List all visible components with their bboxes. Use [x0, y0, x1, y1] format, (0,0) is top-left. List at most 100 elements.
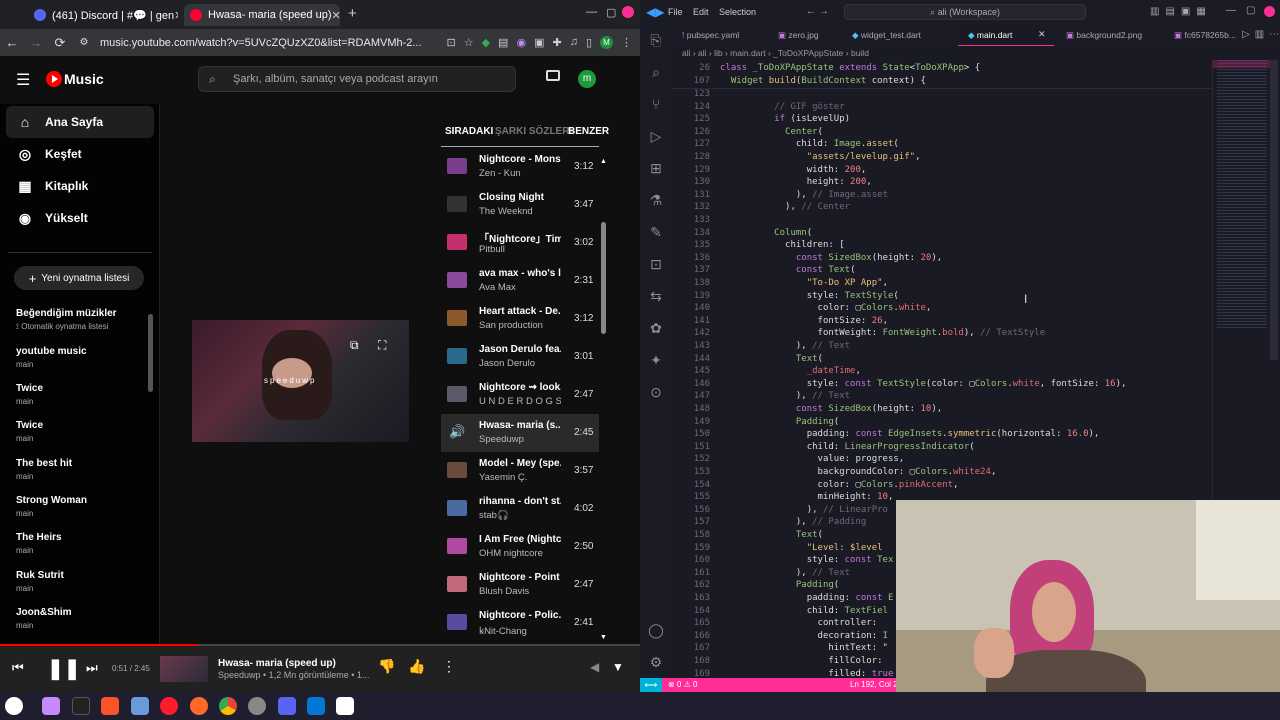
- expand-queue-icon[interactable]: ▼: [612, 660, 624, 674]
- edit-icon[interactable]: ✎: [647, 224, 665, 242]
- back-icon[interactable]: ← →: [806, 6, 829, 17]
- discord-icon[interactable]: [278, 697, 296, 715]
- playlist-title[interactable]: Twice: [16, 420, 146, 431]
- url-field[interactable]: music.youtube.com/watch?v=5UVcZQUzXZ0&li…: [100, 37, 422, 49]
- tab-up-next[interactable]: SIRADAKI: [445, 126, 493, 137]
- nav-item-library[interactable]: ▦ Kitaplık: [6, 170, 154, 202]
- code-line[interactable]: 144 Text(: [672, 353, 1212, 366]
- close-window-button[interactable]: [1264, 6, 1275, 17]
- editor-scrollbar[interactable]: [1270, 60, 1278, 360]
- code-line[interactable]: 136 const SizedBox(height: 20),: [672, 252, 1212, 265]
- code-line[interactable]: 107 Widget build(BuildContext context) {: [672, 75, 1212, 88]
- tab-background2[interactable]: ▣ background2.png: [1066, 30, 1142, 41]
- brave-icon[interactable]: [101, 697, 119, 715]
- nav-item-home[interactable]: ⌂ Ana Sayfa: [6, 106, 154, 138]
- tab-related[interactable]: BENZER: [568, 126, 609, 137]
- avatar[interactable]: m: [578, 70, 596, 88]
- tab-pubspec[interactable]: ! pubspec.yaml: [682, 30, 739, 40]
- chrome-icon[interactable]: [219, 697, 237, 715]
- code-line[interactable]: 150 padding: const EdgeInsets.symmetric(…: [672, 428, 1212, 441]
- start-menu-icon[interactable]: [5, 697, 23, 715]
- extension-icon[interactable]: ▤: [498, 36, 508, 49]
- remote-explorer-icon[interactable]: ⊡: [647, 256, 665, 274]
- dislike-icon[interactable]: 👎: [378, 658, 395, 675]
- docker-icon[interactable]: ⇆: [647, 288, 665, 306]
- tab-discord[interactable]: (461) Discord | #💬 | gen ✕: [28, 4, 178, 26]
- playlist-title[interactable]: Twice: [16, 383, 146, 394]
- minimize-button[interactable]: —: [586, 6, 597, 18]
- code-line[interactable]: 138 "To-Do XP App",: [672, 277, 1212, 290]
- queue-item[interactable]: Nightcore - Point ... Blush Davis 2:47: [441, 566, 599, 604]
- menu-edit[interactable]: Edit: [693, 7, 709, 17]
- code-line[interactable]: 153 backgroundColor: ▢Colors.white24,: [672, 466, 1212, 479]
- media-control-icon[interactable]: ♫: [570, 36, 578, 49]
- queue-item[interactable]: I Am Free (Nightc... OHM nightcore 2:50: [441, 528, 599, 566]
- new-playlist-button[interactable]: + Yeni oynatma listesi: [14, 266, 144, 290]
- maximize-button[interactable]: ▢: [1246, 5, 1255, 16]
- close-window-button[interactable]: [622, 6, 634, 18]
- code-line[interactable]: 137 const Text(: [672, 264, 1212, 277]
- hamburger-menu-icon[interactable]: ☰: [16, 70, 30, 90]
- testing-icon[interactable]: ⚗: [647, 192, 665, 210]
- explorer-icon[interactable]: ⎘: [647, 32, 665, 50]
- settings-sync-icon[interactable]: ✿: [647, 320, 665, 338]
- firefox-icon[interactable]: [190, 697, 208, 715]
- volume-icon[interactable]: ◀: [590, 660, 599, 674]
- code-line[interactable]: 154 color: ▢Colors.pinkAccent,: [672, 479, 1212, 492]
- command-center-search[interactable]: ⌕ ali (Workspace): [844, 4, 1086, 20]
- remote-indicator-icon[interactable]: ⟷: [640, 678, 662, 692]
- code-line[interactable]: 147 ), // Text: [672, 390, 1212, 403]
- scroll-down-icon[interactable]: ▼: [600, 634, 607, 641]
- code-line[interactable]: 130 height: 200,: [672, 176, 1212, 189]
- code-line[interactable]: 145 _dateTime,: [672, 365, 1212, 378]
- playlist-title[interactable]: Beğendiğim müzikler: [16, 308, 146, 319]
- pause-icon[interactable]: ❚❚: [47, 656, 81, 681]
- playlist-title[interactable]: Joon&Shim: [16, 607, 146, 618]
- more-options-icon[interactable]: ⋮: [442, 658, 456, 675]
- code-line[interactable]: 148 const SizedBox(height: 10),: [672, 403, 1212, 416]
- menu-dots-icon[interactable]: ⋮: [621, 36, 632, 49]
- fullscreen-icon[interactable]: ⛶: [378, 338, 386, 353]
- queue-item[interactable]: 「Nightcore」Timb...Pitbull 3:02: [441, 224, 599, 262]
- code-line[interactable]: 123: [672, 88, 1212, 101]
- now-playing-thumbnail[interactable]: [160, 656, 208, 682]
- queue-item[interactable]: Jason Derulo fea... Jason Derulo 3:01: [441, 338, 599, 376]
- extensions-puzzle-icon[interactable]: ✚: [552, 36, 561, 49]
- cast-icon[interactable]: [546, 70, 560, 81]
- problems-indicator[interactable]: ⊗ 0 ⚠ 0: [668, 680, 697, 689]
- search-input[interactable]: Şarkı, albüm, sanatçı veya podcast arayı…: [233, 73, 438, 85]
- gear-icon[interactable]: ⚙: [647, 654, 665, 672]
- code-line[interactable]: 146 style: const TextStyle(color: ▢Color…: [672, 378, 1212, 391]
- code-line[interactable]: 131 ), // Image.asset: [672, 189, 1212, 202]
- run-debug-icon[interactable]: ▷: [647, 128, 665, 146]
- settings-icon[interactable]: [248, 697, 266, 715]
- tab-main-dart[interactable]: ◆ main.dart ✕: [958, 24, 1054, 46]
- queue-item[interactable]: Nightcore - Mons... Zen - Kun 3:12: [441, 148, 599, 186]
- queue-item[interactable]: Heart attack - De... San production 3:12: [441, 300, 599, 338]
- reload-icon[interactable]: ⟳: [48, 35, 72, 51]
- code-line[interactable]: 149 Padding(: [672, 416, 1212, 429]
- tab-fc65-image[interactable]: ▣ fc6578265b...: [1174, 30, 1236, 41]
- queue-item[interactable]: Nightcore ⇝ look... U N D E R D O G S 2:47: [441, 376, 599, 414]
- tab-lyrics[interactable]: ŞARKI SÖZLERI: [495, 126, 572, 137]
- code-line[interactable]: 152 value: progress,: [672, 453, 1212, 466]
- site-info-icon[interactable]: ⚙: [72, 37, 96, 48]
- flutter-icon[interactable]: ✦: [647, 352, 665, 370]
- playlist-title[interactable]: The Heirs: [16, 532, 146, 543]
- menu-selection[interactable]: Selection: [719, 7, 756, 17]
- robot-icon[interactable]: ⊙: [647, 384, 665, 402]
- close-icon[interactable]: ✕: [1038, 29, 1046, 40]
- like-icon[interactable]: 👍: [408, 658, 425, 675]
- progress-track[interactable]: [0, 644, 640, 646]
- queue-item[interactable]: ava max - who's l... Ava Max 2:31: [441, 262, 599, 300]
- code-line[interactable]: 135 children: [: [672, 239, 1212, 252]
- code-line[interactable]: 134 Column(: [672, 227, 1212, 240]
- code-line[interactable]: 127 child: Image.asset(: [672, 138, 1212, 151]
- breadcrumb[interactable]: ali › ali › lib › main.dart › _ToDoXPApp…: [682, 48, 869, 58]
- extension-icon[interactable]: ▣: [534, 36, 544, 49]
- tab-zero-jpg[interactable]: ▣ zero.jpg: [778, 30, 819, 41]
- queue-item[interactable]: rihanna - don't st... stab🎧 4:02: [441, 490, 599, 528]
- queue-scrollbar[interactable]: [601, 222, 606, 334]
- code-line[interactable]: 129 width: 200,: [672, 164, 1212, 177]
- previous-icon[interactable]: ⏮: [12, 660, 24, 676]
